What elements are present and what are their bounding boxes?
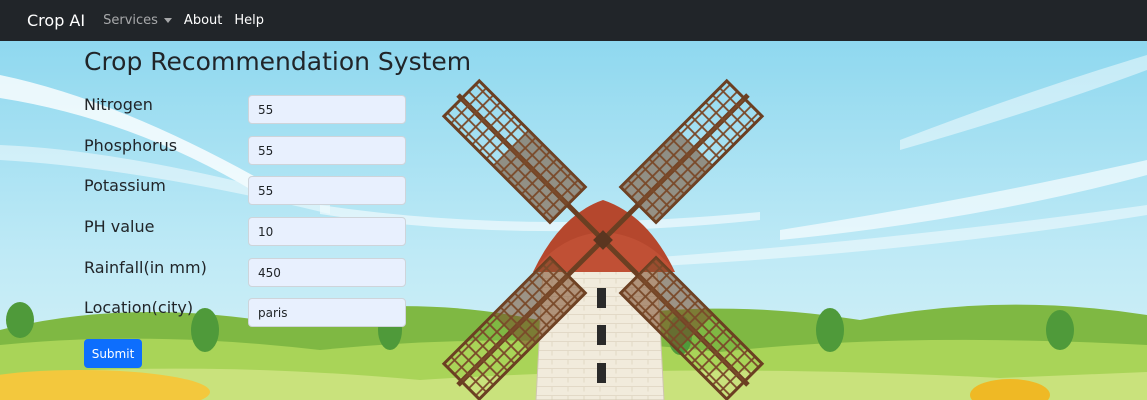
navbar: Crop AI Services About Help	[0, 0, 1147, 41]
form-row-nitrogen: Nitrogen	[84, 95, 424, 125]
page-title: Crop Recommendation System	[84, 47, 472, 76]
nav-services-label: Services	[103, 13, 158, 28]
nav-services-dropdown[interactable]: Services	[103, 13, 172, 28]
nav-help-link[interactable]: Help	[234, 13, 264, 28]
ph-input[interactable]	[248, 217, 406, 246]
chevron-down-icon	[163, 18, 172, 23]
navbar-brand[interactable]: Crop AI	[27, 11, 85, 30]
potassium-label: Potassium	[84, 176, 166, 195]
form-row-location: Location(city)	[84, 298, 424, 328]
phosphorus-label: Phosphorus	[84, 136, 178, 155]
potassium-input[interactable]	[248, 176, 406, 205]
phosphorus-input[interactable]	[248, 136, 406, 165]
submit-button[interactable]: Submit	[84, 339, 142, 368]
rainfall-label: Rainfall(in mm)	[84, 258, 207, 277]
ph-label: PH value	[84, 217, 155, 236]
nav-about-link[interactable]: About	[184, 13, 222, 28]
rainfall-input[interactable]	[248, 258, 406, 287]
location-label: Location(city)	[84, 298, 194, 317]
nitrogen-input[interactable]	[248, 95, 406, 124]
form-row-potassium: Potassium	[84, 176, 424, 206]
form-row-rainfall: Rainfall(in mm)	[84, 258, 424, 288]
form-row-phosphorus: Phosphorus	[84, 136, 424, 166]
location-input[interactable]	[248, 298, 406, 327]
form-row-ph: PH value	[84, 217, 424, 247]
nitrogen-label: Nitrogen	[84, 95, 153, 114]
